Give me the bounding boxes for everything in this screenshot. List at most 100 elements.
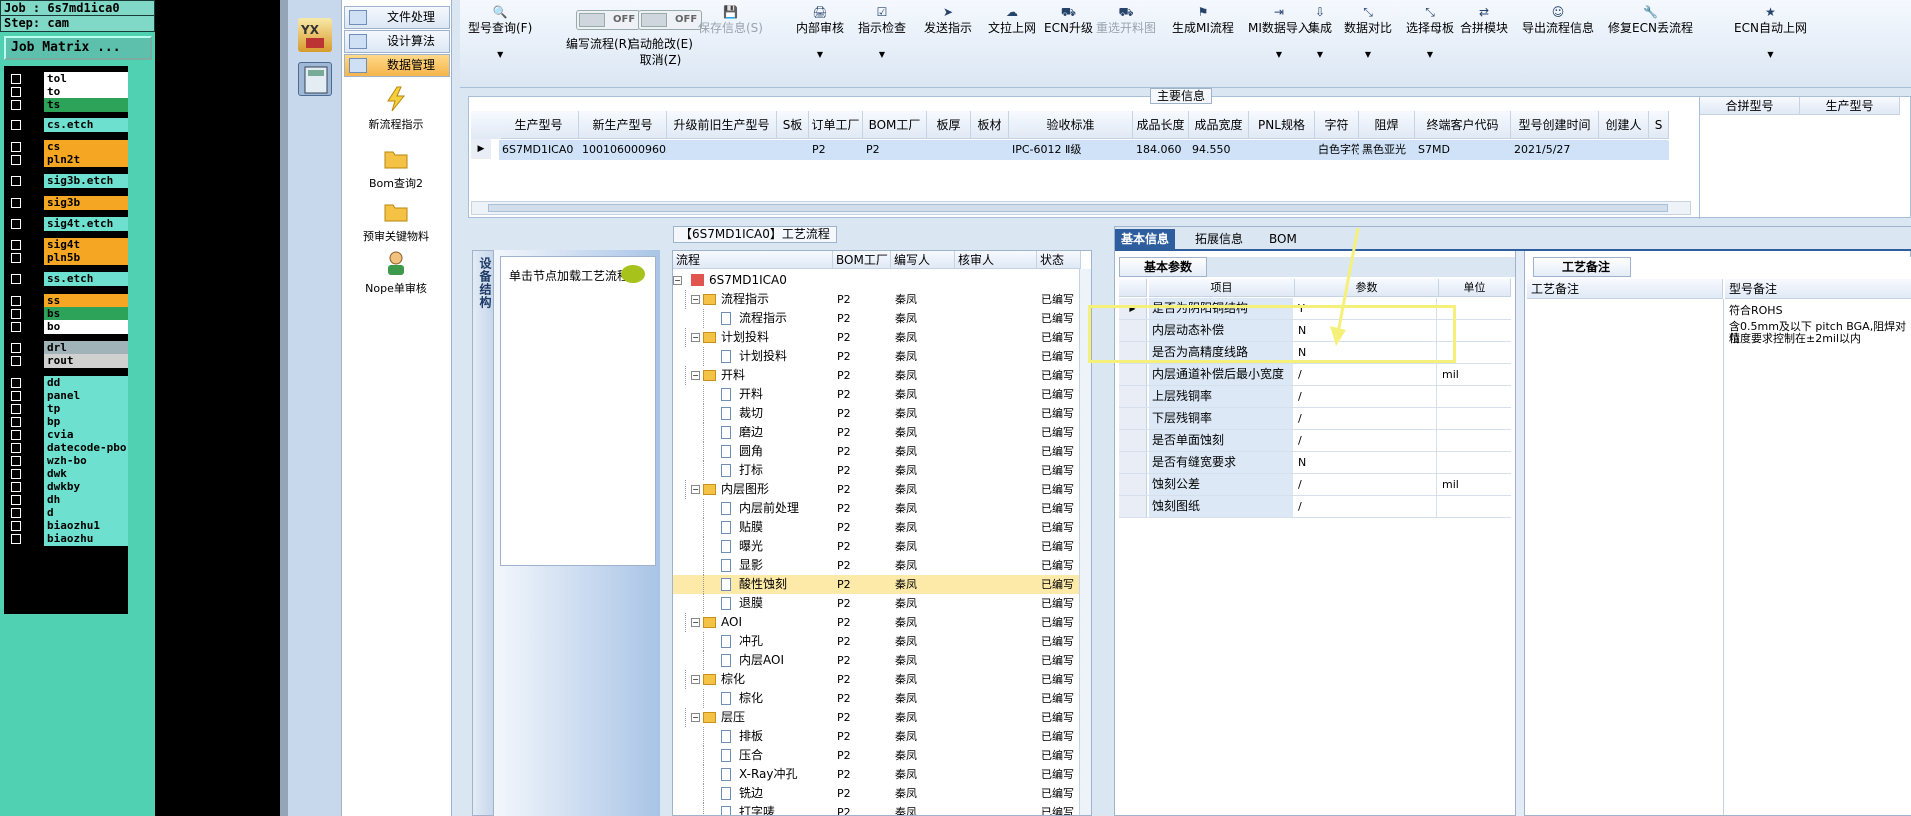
tree-row[interactable]: 曝光 P2 秦凤 已编写 <box>673 537 1091 556</box>
splitter[interactable] <box>1515 251 1525 816</box>
horizontal-scrollbar[interactable] <box>471 201 1691 215</box>
param-row[interactable]: 是否为高精度线路 N <box>1119 342 1511 364</box>
tree-row[interactable]: X-Ray冲孔 P2 秦凤 已编写 <box>673 765 1091 784</box>
tree-row[interactable]: 打字唛 P2 秦凤 已编写 <box>673 803 1091 815</box>
layer-row[interactable]: ts <box>7 98 130 112</box>
layer-row[interactable]: dh <box>7 493 130 507</box>
layer-checkbox[interactable] <box>11 456 21 466</box>
prereview-tool[interactable]: 预审关键物料 <box>342 198 450 244</box>
layer-checkbox[interactable] <box>11 240 21 250</box>
param-row[interactable]: 是否有缝宽要求 N <box>1119 452 1511 474</box>
table-cell[interactable]: S7MD <box>1415 140 1511 160</box>
layer-checkbox[interactable] <box>11 253 21 263</box>
layer-checkbox[interactable] <box>11 142 21 152</box>
tree-row[interactable]: 显影 P2 秦凤 已编写 <box>673 556 1091 575</box>
layer-checkbox[interactable] <box>11 482 21 492</box>
job-matrix-button[interactable]: Job Matrix ... <box>4 36 152 60</box>
tree-row[interactable]: 流程指示 P2 秦凤 已编写 <box>673 309 1091 328</box>
layer-row[interactable]: dwk <box>7 467 130 481</box>
process-notes-tab[interactable]: 工艺备注 <box>1533 257 1632 277</box>
layer-checkbox[interactable] <box>11 155 21 165</box>
tree-row[interactable]: 酸性蚀刻 P2 秦凤 已编写 <box>673 575 1091 594</box>
toolbar-button[interactable]: 编写流程(R) <box>566 36 632 52</box>
param-value[interactable]: / <box>1295 386 1437 407</box>
nope-review-tool[interactable]: Nope单审核 <box>342 250 450 296</box>
column-header[interactable]: 验收标准 <box>1009 111 1133 139</box>
tree-row[interactable]: − 6S7MD1ICA0 <box>673 271 1091 290</box>
column-header[interactable]: 新生产型号 <box>579 111 667 139</box>
column-header[interactable]: 终端客户代码 <box>1415 111 1511 139</box>
layer-row[interactable]: panel <box>7 389 130 403</box>
tree-row[interactable]: − AOI P2 秦凤 已编写 <box>673 613 1091 632</box>
column-header[interactable]: 成品宽度 <box>1189 111 1249 139</box>
nav-button[interactable]: 设计算法 <box>344 30 450 53</box>
yx-logo-icon[interactable]: YX <box>298 18 332 52</box>
dropdown-arrow-icon[interactable]: ▼ <box>1406 48 1454 62</box>
layer-row[interactable]: tp <box>7 402 130 416</box>
param-value[interactable]: N <box>1295 320 1437 341</box>
toolbar-button[interactable]: ⇥ MI数据导入 ▼ <box>1248 4 1310 62</box>
layer-row[interactable]: ss <box>7 294 130 308</box>
toolbar-button[interactable]: 启动舱改(E) 取消(Z) <box>628 36 693 68</box>
layer-row[interactable]: ss.etch <box>7 272 130 286</box>
column-header[interactable]: 型号创建时间 <box>1511 111 1599 139</box>
layer-row[interactable]: pln2t <box>7 153 130 167</box>
param-value[interactable]: / <box>1295 474 1437 495</box>
toolbar-button[interactable]: ⚑ 生成MI流程 <box>1172 4 1234 36</box>
param-value[interactable]: / <box>1295 430 1437 451</box>
layer-row[interactable]: bo <box>7 320 130 334</box>
layer-checkbox[interactable] <box>11 296 21 306</box>
param-row[interactable]: 内层动态补偿 N <box>1119 320 1511 342</box>
detail-tab[interactable]: BOM <box>1263 229 1303 250</box>
expander-icon[interactable]: − <box>673 276 682 285</box>
layer-row[interactable]: bp <box>7 415 130 429</box>
dropdown-arrow-icon[interactable]: ▼ <box>1308 48 1332 62</box>
table-cell[interactable]: 94.550 <box>1189 140 1249 160</box>
layer-row[interactable]: cvia <box>7 428 130 442</box>
param-row[interactable]: ▶ 是否为阴阳铜结构 Y <box>1119 298 1511 320</box>
layer-row[interactable]: sig4t <box>7 238 130 252</box>
column-header[interactable]: 状态 <box>1037 251 1081 269</box>
table-cell[interactable] <box>777 140 809 160</box>
toolbar-button[interactable]: 🖨 内部审核 ▼ <box>796 4 844 62</box>
toolbar-button[interactable]: ★ ECN自动上网 ▼ <box>1734 4 1807 62</box>
layer-row[interactable]: to <box>7 85 130 99</box>
column-header[interactable]: PNL规格 <box>1249 111 1315 139</box>
table-cell[interactable]: P2 <box>809 140 863 160</box>
tree-row[interactable]: − 开料 P2 秦凤 已编写 <box>673 366 1091 385</box>
equipment-structure-tab[interactable]: 设备结构 <box>472 250 494 816</box>
layer-checkbox[interactable] <box>11 378 21 388</box>
column-header[interactable]: 生产型号 <box>499 111 579 139</box>
tree-row[interactable]: 裁切 P2 秦凤 已编写 <box>673 404 1091 423</box>
param-value[interactable]: / <box>1295 408 1437 429</box>
column-header[interactable]: 升级前旧生产型号 <box>667 111 777 139</box>
tree-row[interactable]: 磨边 P2 秦凤 已编写 <box>673 423 1091 442</box>
layer-checkbox[interactable] <box>11 404 21 414</box>
expander-icon[interactable]: − <box>691 618 700 627</box>
toolbar-button[interactable]: ⤡ 数据对比 ▼ <box>1344 4 1392 62</box>
table-cell[interactable]: 6S7MD1ICA0 <box>499 140 579 160</box>
toolbar-button[interactable]: ⇄ 合拼模块 <box>1460 4 1508 36</box>
column-header[interactable]: 合拼型号 <box>1700 97 1800 115</box>
tree-row[interactable]: 贴膜 P2 秦凤 已编写 <box>673 518 1091 537</box>
layer-checkbox[interactable] <box>11 469 21 479</box>
layer-checkbox[interactable] <box>11 198 21 208</box>
layer-row[interactable]: bs <box>7 307 130 321</box>
tree-row[interactable]: 计划投料 P2 秦凤 已编写 <box>673 347 1091 366</box>
param-row[interactable]: 蚀刻公差 / mil <box>1119 474 1511 496</box>
dropdown-arrow-icon[interactable]: ▼ <box>468 48 532 62</box>
tree-row[interactable]: 开料 P2 秦凤 已编写 <box>673 385 1091 404</box>
table-cell[interactable]: 184.060 <box>1133 140 1189 160</box>
table-cell[interactable] <box>971 140 1009 160</box>
table-cell[interactable] <box>927 140 971 160</box>
toolbar-button[interactable]: ☑ 指示检查 ▼ <box>858 4 906 62</box>
layer-row[interactable]: cs <box>7 140 130 154</box>
table-cell[interactable] <box>1249 140 1315 160</box>
tree-row[interactable]: 压合 P2 秦凤 已编写 <box>673 746 1091 765</box>
toolbar-button[interactable]: ☁ 文拉上网 <box>988 4 1036 36</box>
param-row[interactable]: 下层残铜率 / <box>1119 408 1511 430</box>
expander-icon[interactable]: − <box>691 333 700 342</box>
layer-checkbox[interactable] <box>11 534 21 544</box>
layer-row[interactable]: wzh-bo <box>7 454 130 468</box>
layer-row[interactable]: cs.etch <box>7 118 130 132</box>
